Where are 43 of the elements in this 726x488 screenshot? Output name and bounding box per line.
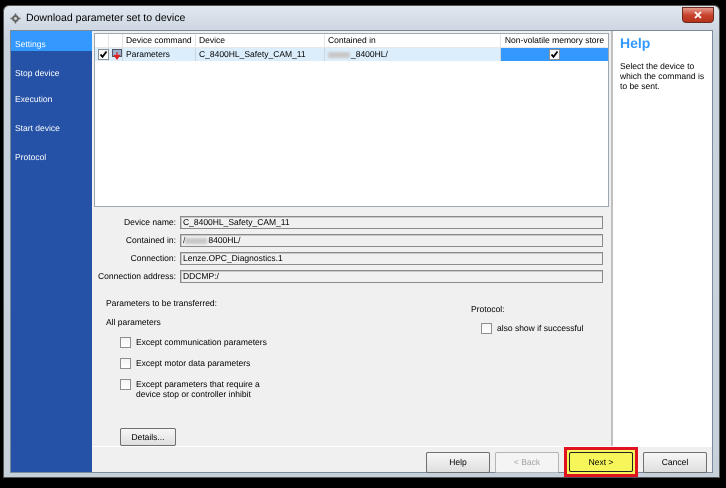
input-field[interactable]: C_8400HL_Safety_CAM_11 [180, 216, 603, 229]
dialog-button[interactable]: Cancel [643, 452, 707, 472]
window-title: Download parameter set to device [26, 12, 186, 24]
download-icon [112, 49, 122, 60]
checkbox[interactable] [120, 337, 131, 348]
gear-icon [10, 12, 21, 24]
field-value: / [183, 235, 186, 246]
dialog-button[interactable]: Help [426, 452, 490, 472]
table-cell: _8400HL/ [351, 48, 388, 61]
input-field[interactable]: Lenze.OPC_Diagnostics.1 [180, 252, 603, 265]
checkbox[interactable] [120, 358, 131, 369]
field-label: Device name: [123, 216, 177, 229]
input-field[interactable]: DDCMP:/ [180, 270, 603, 283]
sidebar-item[interactable]: Protocol [11, 138, 92, 167]
checkbox-label: Except parameters that require a device stop or controller inhibit [136, 379, 261, 399]
table-row[interactable]: Parameters C_8400HL_Safety_CAM_11 _8400HL/ [95, 47, 608, 61]
field-label: Contained in: [124, 234, 177, 247]
section-label: Protocol: [471, 304, 506, 314]
field-value: 8400HL/ [208, 235, 241, 246]
scope-label: All parameters [106, 317, 162, 327]
help-title: Help [620, 35, 652, 51]
close-icon [694, 11, 702, 19]
sidebar-item[interactable]: Stop device [11, 51, 92, 80]
details-button[interactable]: Details... [120, 428, 176, 446]
table-cell: C_8400HL_Safety_CAM_11 [196, 48, 325, 61]
close-button[interactable] [682, 7, 714, 23]
sidebar-item[interactable]: Start device [11, 109, 92, 138]
help-text: Select the device to which the command is to be sent. [620, 61, 706, 91]
sidebar-item[interactable]: Execution [11, 80, 92, 109]
field-label: Connection: [130, 252, 177, 265]
checkbox[interactable] [481, 323, 492, 334]
checkbox-label: Except communication parameters [136, 337, 268, 347]
checkbox-label: also show if successful [497, 323, 584, 333]
field-label: Connection address: [97, 270, 177, 283]
input-field[interactable]: / 8400HL/ [180, 234, 603, 247]
checkbox[interactable] [549, 49, 560, 60]
section-label: Parameters to be transferred: [106, 298, 218, 308]
checkbox[interactable] [120, 379, 131, 390]
checkbox[interactable] [98, 49, 109, 60]
checkbox-label: Except motor data parameters [136, 358, 252, 368]
dialog-button[interactable]: Next > [569, 452, 633, 472]
table-cell: Parameters [123, 48, 196, 61]
column-header: Non-volatile memory store [504, 34, 606, 47]
